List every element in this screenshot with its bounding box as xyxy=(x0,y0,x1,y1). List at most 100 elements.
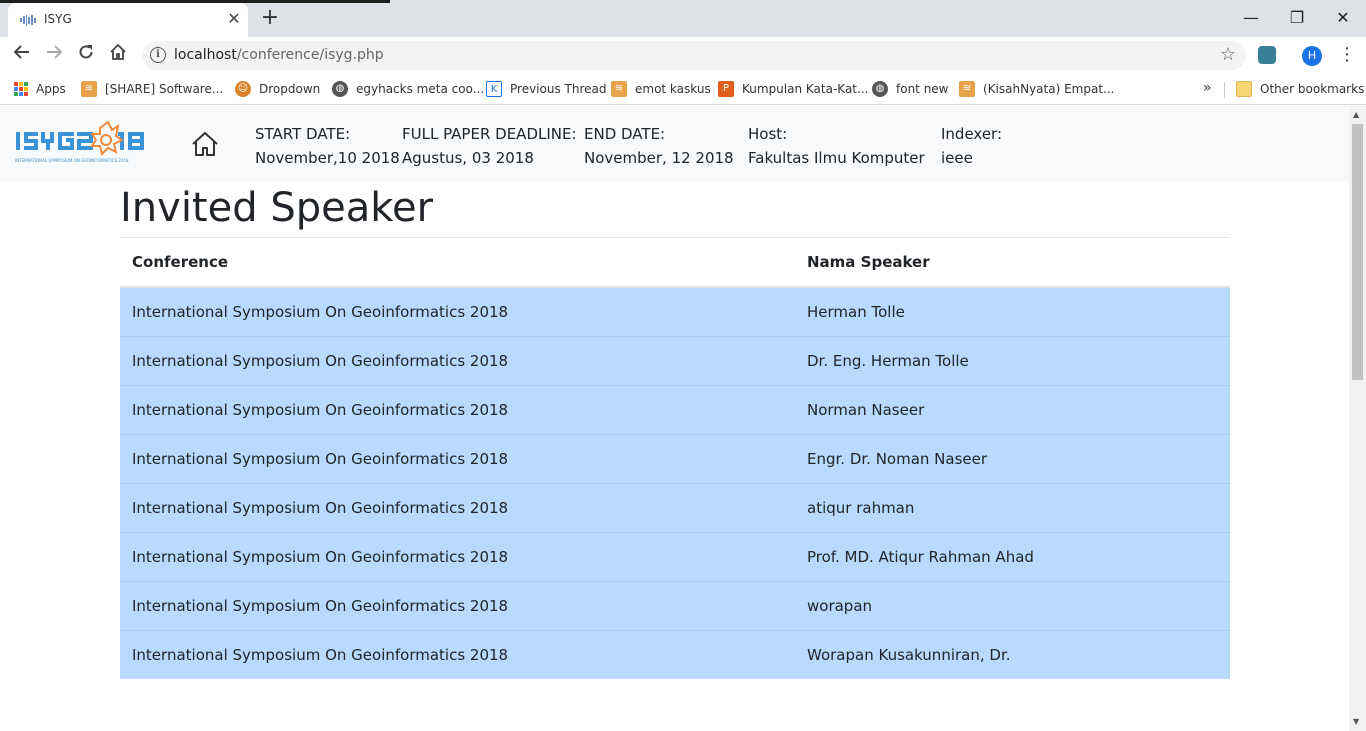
globe-icon: ◍ xyxy=(332,81,348,97)
page-viewport: INTERNATIONAL SYMPOSIUM ON GEOINFORMATIC… xyxy=(0,106,1349,731)
page-title: Invited Speaker xyxy=(120,182,1230,238)
info-value: Fakultas Ilmu Komputer xyxy=(748,149,925,167)
extension-icon[interactable] xyxy=(1258,46,1276,64)
bookmark-label: font new xyxy=(896,82,949,96)
folder-icon xyxy=(1236,81,1252,97)
forward-icon[interactable] xyxy=(41,43,67,69)
globe-icon: ◍ xyxy=(872,81,888,97)
reload-icon[interactable] xyxy=(73,43,99,69)
speaker-cell: Worapan Kusakunniran, Dr. xyxy=(795,629,1230,679)
conference-cell: International Symposium On Geoinformatic… xyxy=(120,384,795,434)
speaker-cell: atiqur rahman xyxy=(795,482,1230,532)
info-value: November,10 2018 xyxy=(255,149,400,167)
kaskus-k-icon: K xyxy=(486,81,502,97)
table-row: International Symposium On Geoinformatic… xyxy=(120,384,1230,434)
info-label: END DATE: xyxy=(584,125,666,143)
speaker-cell: Engr. Dr. Noman Naseer xyxy=(795,433,1230,483)
info-label: Host: xyxy=(748,125,788,143)
main-content: Invited Speaker Conference Nama Speaker … xyxy=(120,182,1230,679)
info-end-date: END DATE: November, 12 2018 xyxy=(584,122,734,170)
table-row: International Symposium On Geoinformatic… xyxy=(120,482,1230,532)
vertical-scrollbar[interactable]: ▲ ▼ xyxy=(1349,106,1366,731)
table-row: International Symposium On Geoinformatic… xyxy=(120,335,1230,385)
p-icon: P xyxy=(718,81,734,97)
speaker-cell: Norman Naseer xyxy=(795,384,1230,434)
address-bar[interactable]: i localhost/conference/isyg.php ☆ xyxy=(142,41,1246,70)
info-label: START DATE: xyxy=(255,125,351,143)
bookmark-item[interactable]: ≋ (KisahNyata) Empat... xyxy=(959,80,1114,98)
table-row: International Symposium On Geoinformatic… xyxy=(120,286,1230,336)
bookmarks-divider xyxy=(1224,82,1225,98)
column-header-speaker: Nama Speaker xyxy=(795,238,1230,288)
scroll-up-icon[interactable]: ▲ xyxy=(1353,110,1359,119)
tab-strip: ISYG ✕ + — ❐ ✕ xyxy=(0,0,1366,37)
column-header-conference: Conference xyxy=(120,238,795,288)
bookmark-item[interactable]: ◍ egyhacks meta coo... xyxy=(332,80,484,98)
info-value: ieee xyxy=(941,149,973,167)
home-browser-icon[interactable] xyxy=(105,43,131,69)
close-tab-icon[interactable]: ✕ xyxy=(224,9,244,28)
browser-toolbar: i localhost/conference/isyg.php ☆ H ⋮ xyxy=(0,37,1366,74)
tab-title: ISYG xyxy=(44,12,72,26)
home-icon[interactable] xyxy=(190,130,220,158)
url-text[interactable]: localhost/conference/isyg.php xyxy=(174,47,384,63)
speaker-table: Conference Nama Speaker International Sy… xyxy=(120,238,1230,679)
isyg-logo[interactable]: INTERNATIONAL SYMPOSIUM ON GEOINFORMATIC… xyxy=(14,118,170,172)
conference-cell: International Symposium On Geoinformatic… xyxy=(120,335,795,385)
person-icon: ☺ xyxy=(235,81,251,97)
bookmark-label: Apps xyxy=(36,82,66,96)
table-row: International Symposium On Geoinformatic… xyxy=(120,433,1230,483)
info-start-date: START DATE: November,10 2018 xyxy=(255,122,400,170)
site-header: INTERNATIONAL SYMPOSIUM ON GEOINFORMATIC… xyxy=(0,106,1349,182)
speaker-cell: Herman Tolle xyxy=(795,286,1230,336)
kaskus-icon: ≋ xyxy=(81,81,97,97)
bookmark-label: Previous Thread xyxy=(510,82,607,96)
restore-icon[interactable]: ❐ xyxy=(1274,4,1320,32)
other-bookmarks[interactable]: Other bookmarks xyxy=(1236,80,1364,98)
browser-tab[interactable]: ISYG ✕ xyxy=(8,3,248,37)
site-info-icon[interactable]: i xyxy=(150,47,166,63)
bookmarks-bar: Apps ≋ [SHARE] Software... ☺ Dropdown ◍ … xyxy=(0,74,1366,105)
bookmark-label: (KisahNyata) Empat... xyxy=(983,82,1115,96)
svg-text:INTERNATIONAL SYMPOSIUM ON GEO: INTERNATIONAL SYMPOSIUM ON GEOINFORMATIC… xyxy=(15,158,129,163)
bookmark-label: emot kaskus xyxy=(635,82,711,96)
bookmark-label: Kumpulan Kata-Kat... xyxy=(742,82,869,96)
bookmark-label: Dropdown xyxy=(259,82,321,96)
speaker-cell: Prof. MD. Atiqur Rahman Ahad xyxy=(795,531,1230,581)
back-icon[interactable] xyxy=(9,43,35,69)
new-tab-button[interactable]: + xyxy=(260,6,280,30)
table-row: International Symposium On Geoinformatic… xyxy=(120,580,1230,630)
table-row: International Symposium On Geoinformatic… xyxy=(120,531,1230,581)
table-row: International Symposium On Geoinformatic… xyxy=(120,629,1230,679)
bookmark-item[interactable]: ≋ emot kaskus xyxy=(611,80,711,98)
profile-avatar[interactable]: H xyxy=(1302,46,1322,66)
window-close-icon[interactable]: ✕ xyxy=(1320,4,1366,32)
apps-grid-icon xyxy=(14,82,28,96)
bookmark-item[interactable]: ◍ font new xyxy=(872,80,949,98)
conference-cell: International Symposium On Geoinformatic… xyxy=(120,286,795,336)
speaker-cell: worapan xyxy=(795,580,1230,630)
info-label: FULL PAPER DEADLINE: xyxy=(402,125,577,143)
menu-dots-icon[interactable]: ⋮ xyxy=(1338,43,1356,67)
bookmark-apps[interactable]: Apps xyxy=(14,80,66,98)
conference-cell: International Symposium On Geoinformatic… xyxy=(120,482,795,532)
info-value: November, 12 2018 xyxy=(584,149,734,167)
bookmark-item[interactable]: ≋ [SHARE] Software... xyxy=(81,80,223,98)
table-header-row: Conference Nama Speaker xyxy=(120,238,1230,288)
bookmark-item[interactable]: K Previous Thread xyxy=(486,80,607,98)
bookmark-star-icon[interactable]: ☆ xyxy=(1220,44,1236,65)
minimize-icon[interactable]: — xyxy=(1228,4,1274,32)
bookmark-item[interactable]: P Kumpulan Kata-Kat... xyxy=(718,80,868,98)
conference-cell: International Symposium On Geoinformatic… xyxy=(120,433,795,483)
info-host: Host: Fakultas Ilmu Komputer xyxy=(748,122,925,170)
conference-cell: International Symposium On Geoinformatic… xyxy=(120,629,795,679)
conference-cell: International Symposium On Geoinformatic… xyxy=(120,531,795,581)
bookmark-label: egyhacks meta coo... xyxy=(356,82,485,96)
bookmark-label: [SHARE] Software... xyxy=(105,82,224,96)
info-label: Indexer: xyxy=(941,125,1003,143)
scroll-thumb[interactable] xyxy=(1352,124,1363,380)
bookmark-item[interactable]: ☺ Dropdown xyxy=(235,80,320,98)
info-paper-deadline: FULL PAPER DEADLINE: Agustus, 03 2018 xyxy=(402,122,577,170)
bookmarks-overflow-icon[interactable]: » xyxy=(1203,80,1212,96)
scroll-down-icon[interactable]: ▼ xyxy=(1353,717,1359,726)
